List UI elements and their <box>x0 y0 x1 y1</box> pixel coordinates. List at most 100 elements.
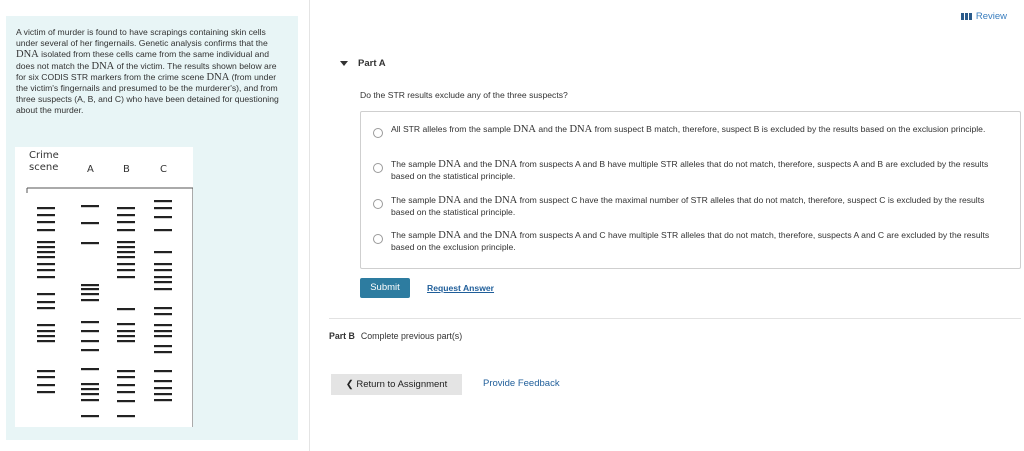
gel-band <box>154 335 172 338</box>
gel-band <box>117 391 135 394</box>
gel-band <box>37 307 55 310</box>
review-icon <box>960 13 972 20</box>
answer-option-2[interactable]: The sample DNA and the DNA from suspects… <box>373 159 998 182</box>
radio-button[interactable] <box>373 128 383 138</box>
answer-option-1[interactable]: All STR alleles from the sample DNA and … <box>373 124 998 138</box>
gel-band <box>81 321 99 324</box>
gel-band <box>117 263 135 266</box>
gel-band <box>81 284 99 287</box>
gel-band <box>81 222 99 225</box>
gel-band <box>81 242 99 245</box>
option-text: The sample DNA and the DNA from suspects… <box>391 159 989 181</box>
chevron-left-icon: ❮ <box>345 379 354 390</box>
gel-band <box>154 216 172 219</box>
gel-band <box>117 335 135 338</box>
problem-intro: A victim of murder is found to have scra… <box>16 27 279 116</box>
option-text: All STR alleles from the sample DNA and … <box>391 124 986 135</box>
gel-band <box>154 313 172 316</box>
gel-band <box>117 308 135 311</box>
gel-band <box>117 376 135 379</box>
gel-band <box>154 370 172 373</box>
gel-band <box>37 376 55 379</box>
gel-band <box>117 400 135 403</box>
gel-band <box>154 324 172 327</box>
gel-band <box>154 263 172 266</box>
gel-band <box>81 415 99 418</box>
radio-button[interactable] <box>373 199 383 209</box>
gel-band <box>117 276 135 279</box>
gel-band <box>37 221 55 224</box>
gel-band <box>117 221 135 224</box>
part-a-question: Do the STR results exclude any of the th… <box>360 90 568 100</box>
gel-band <box>81 340 99 343</box>
gel-band <box>117 246 135 249</box>
part-a-header[interactable]: Part A <box>340 58 386 69</box>
gel-band <box>154 276 172 279</box>
problem-panel: A victim of murder is found to have scra… <box>6 16 298 440</box>
gel-band <box>154 345 172 348</box>
gel-band <box>154 207 172 210</box>
gel-band <box>154 393 172 396</box>
gel-band <box>117 415 135 418</box>
gel-band <box>117 370 135 373</box>
gel-band <box>154 269 172 272</box>
provide-feedback-link[interactable]: Provide Feedback <box>483 378 560 389</box>
answer-option-4[interactable]: The sample DNA and the DNA from suspects… <box>373 230 998 253</box>
gel-band <box>81 293 99 296</box>
gel-band <box>117 241 135 244</box>
review-link[interactable]: Review <box>960 11 1007 22</box>
gel-band <box>117 251 135 254</box>
gel-band <box>81 349 99 352</box>
gel-band <box>154 229 172 232</box>
submit-button[interactable]: Submit <box>360 278 410 298</box>
gel-band <box>117 207 135 210</box>
gel-band <box>81 368 99 371</box>
gel-band <box>37 214 55 217</box>
gel-band <box>81 330 99 333</box>
request-answer-link[interactable]: Request Answer <box>427 283 494 293</box>
gel-band <box>81 399 99 402</box>
gel-band <box>37 324 55 327</box>
gel-band <box>117 256 135 259</box>
return-to-assignment-button[interactable]: ❮ Return to Assignment <box>331 374 462 395</box>
option-text: The sample DNA and the DNA from suspects… <box>391 230 990 252</box>
gel-band <box>37 301 55 304</box>
gel-band <box>37 251 55 254</box>
gel-band <box>154 399 172 402</box>
gel-band <box>37 340 55 343</box>
answer-option-3[interactable]: The sample DNA and the DNA from suspect … <box>373 195 998 218</box>
gel-band <box>37 269 55 272</box>
gel-band <box>154 351 172 354</box>
gel-band <box>37 335 55 338</box>
gel-band <box>117 330 135 333</box>
gel-band <box>37 276 55 279</box>
gel-band <box>37 246 55 249</box>
gel-band <box>154 387 172 390</box>
gel-band <box>37 241 55 244</box>
gel-band <box>117 323 135 326</box>
gel-band <box>81 388 99 391</box>
gel-band <box>37 384 55 387</box>
part-b-header: Part B Complete previous part(s) <box>329 331 463 341</box>
section-divider <box>329 318 1021 319</box>
gel-band <box>81 299 99 302</box>
gel-band <box>81 383 99 386</box>
gel-band <box>117 340 135 343</box>
radio-button[interactable] <box>373 163 383 173</box>
gel-band <box>81 288 99 291</box>
gel-band <box>37 256 55 259</box>
gel-band <box>117 229 135 232</box>
collapse-triangle-icon <box>340 61 348 66</box>
radio-button[interactable] <box>373 234 383 244</box>
gel-band <box>154 330 172 333</box>
gel-band <box>37 293 55 296</box>
gel-band <box>154 307 172 310</box>
option-text: The sample DNA and the DNA from suspect … <box>391 195 985 217</box>
gel-band <box>37 229 55 232</box>
gel-band <box>154 281 172 284</box>
gel-band <box>37 263 55 266</box>
gel-band <box>154 380 172 383</box>
panel-divider <box>309 0 310 451</box>
gel-band <box>37 391 55 394</box>
gel-band <box>154 251 172 254</box>
